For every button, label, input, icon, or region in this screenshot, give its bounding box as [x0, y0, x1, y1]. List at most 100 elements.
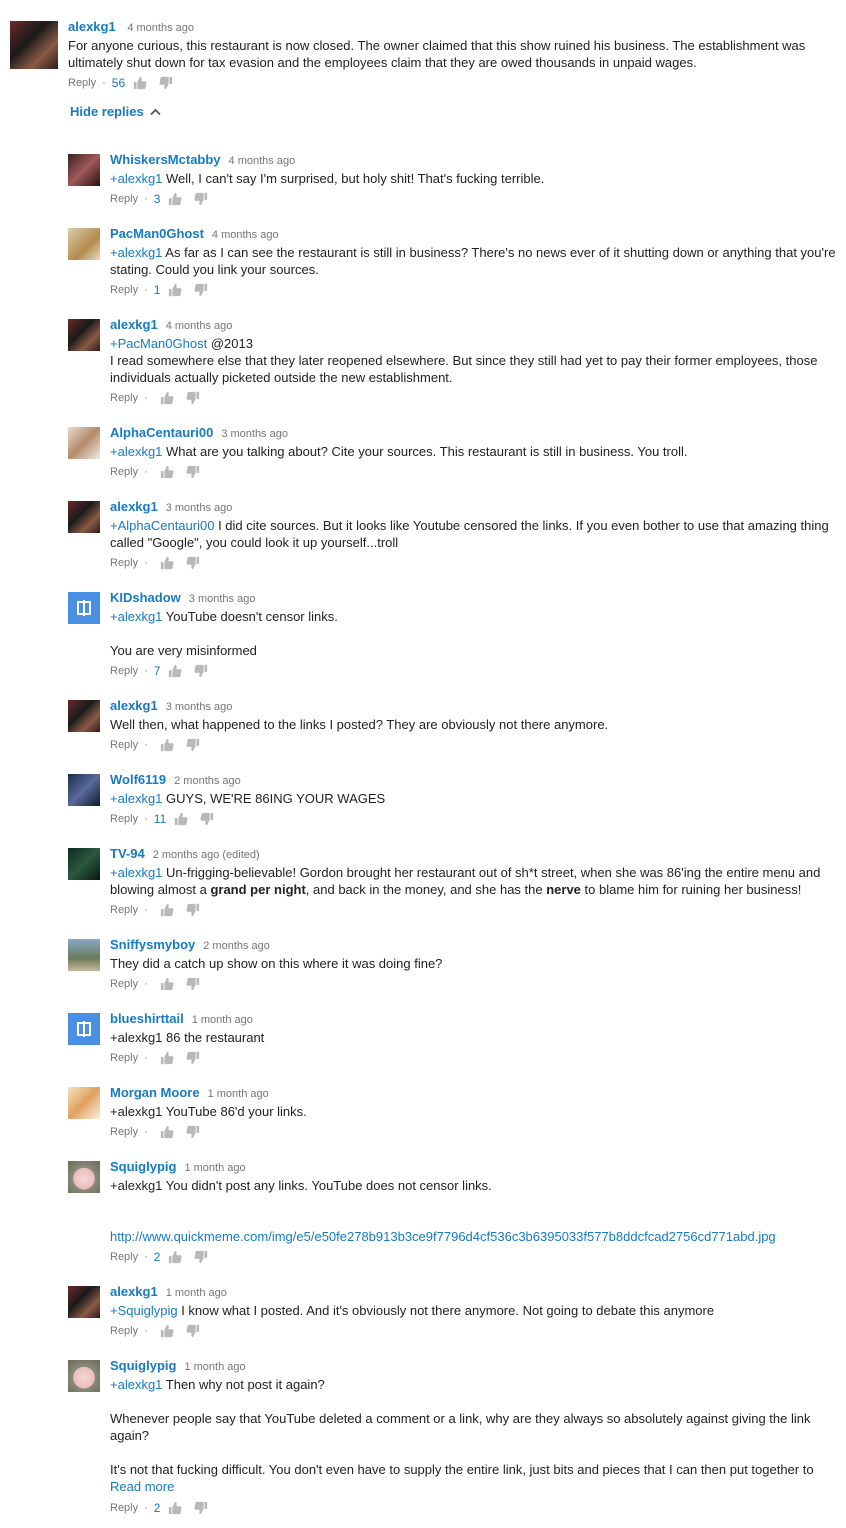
thumbs-up-icon[interactable]	[160, 1051, 174, 1065]
thumbs-up-icon[interactable]	[160, 556, 174, 570]
reply-button[interactable]: Reply	[110, 1049, 138, 1067]
comment-author[interactable]: WhiskersMctabby	[110, 152, 221, 167]
thumbs-up-icon[interactable]	[168, 1501, 182, 1515]
avatar[interactable]	[68, 228, 100, 260]
comment-author[interactable]: alexkg1	[110, 317, 158, 332]
reply-button[interactable]: Reply	[110, 281, 138, 299]
thumbs-down-icon[interactable]	[186, 1125, 200, 1139]
mention-link[interactable]: +alexkg1	[110, 245, 162, 260]
thumbs-down-icon[interactable]	[186, 391, 200, 405]
reply-button[interactable]: Reply	[110, 1123, 138, 1141]
avatar[interactable]	[68, 848, 100, 880]
comment-time[interactable]: 2 months ago (edited)	[153, 849, 260, 861]
thumbs-down-icon[interactable]	[186, 738, 200, 752]
reply-button[interactable]: Reply	[110, 1322, 138, 1340]
comment-author[interactable]: blueshirttail	[110, 1011, 184, 1026]
thumbs-down-icon[interactable]	[186, 977, 200, 991]
comment-time[interactable]: 4 months ago	[166, 320, 233, 332]
reply-button[interactable]: Reply	[110, 463, 138, 481]
thumbs-up-icon[interactable]	[168, 1250, 182, 1264]
mention-link[interactable]: +AlphaCentauri00	[110, 518, 214, 533]
comment-time[interactable]: 3 months ago	[166, 701, 233, 713]
avatar[interactable]	[68, 1286, 100, 1318]
mention-link[interactable]: +alexkg1	[110, 171, 162, 186]
thumbs-up-icon[interactable]	[174, 812, 188, 826]
thumbs-down-icon[interactable]	[194, 1250, 208, 1264]
thumbs-down-icon[interactable]	[186, 1051, 200, 1065]
comment-author[interactable]: alexkg1	[110, 499, 158, 514]
thumbs-up-icon[interactable]	[133, 76, 147, 90]
thumbs-up-icon[interactable]	[160, 977, 174, 991]
comment-time[interactable]: 4 months ago	[127, 22, 194, 34]
thumbs-up-icon[interactable]	[160, 738, 174, 752]
reply-button[interactable]: Reply	[110, 554, 138, 572]
thumbs-up-icon[interactable]	[160, 903, 174, 917]
comment-time[interactable]: 1 month ago	[184, 1162, 245, 1174]
comment-author[interactable]: KIDshadow	[110, 590, 181, 605]
avatar[interactable]	[68, 1161, 100, 1193]
comment-time[interactable]: 1 month ago	[184, 1361, 245, 1373]
avatar[interactable]	[68, 154, 100, 186]
comment-author[interactable]: PacMan0Ghost	[110, 226, 204, 241]
reply-button[interactable]: Reply	[110, 1248, 138, 1266]
avatar[interactable]	[68, 319, 100, 351]
avatar[interactable]	[68, 700, 100, 732]
thumbs-up-icon[interactable]	[160, 1324, 174, 1338]
comment-link[interactable]: http://www.quickmeme.com/img/e5/e50fe278…	[110, 1229, 776, 1244]
thumbs-down-icon[interactable]	[194, 283, 208, 297]
reply-button[interactable]: Reply	[110, 389, 138, 407]
avatar[interactable]	[68, 939, 100, 971]
avatar[interactable]	[10, 21, 58, 69]
thumbs-down-icon[interactable]	[159, 76, 173, 90]
comment-time[interactable]: 1 month ago	[166, 1287, 227, 1299]
avatar[interactable]	[68, 774, 100, 806]
comment-time[interactable]: 3 months ago	[221, 428, 288, 440]
comment-time[interactable]: 3 months ago	[189, 593, 256, 605]
avatar[interactable]	[68, 501, 100, 533]
thumbs-down-icon[interactable]	[186, 556, 200, 570]
mention-link[interactable]: +alexkg1	[110, 865, 162, 880]
comment-author[interactable]: alexkg1	[110, 1284, 158, 1299]
thumbs-down-icon[interactable]	[186, 1324, 200, 1338]
comment-author[interactable]: Squiglypig	[110, 1358, 176, 1373]
thumbs-up-icon[interactable]	[168, 192, 182, 206]
reply-button[interactable]: Reply	[110, 975, 138, 993]
reply-button[interactable]: Reply	[110, 190, 138, 208]
comment-author[interactable]: Sniffysmyboy	[110, 937, 195, 952]
comment-author[interactable]: Wolf6119	[110, 772, 166, 787]
reply-button[interactable]: Reply	[68, 74, 96, 92]
mention-link[interactable]: +alexkg1	[110, 1377, 162, 1392]
thumbs-down-icon[interactable]	[186, 465, 200, 479]
comment-author[interactable]: AlphaCentauri00	[110, 425, 213, 440]
comment-author[interactable]: Morgan Moore	[110, 1085, 200, 1100]
thumbs-up-icon[interactable]	[168, 664, 182, 678]
thumbs-up-icon[interactable]	[160, 391, 174, 405]
comment-time[interactable]: 4 months ago	[229, 155, 296, 167]
thumbs-down-icon[interactable]	[194, 1501, 208, 1515]
avatar[interactable]	[68, 1360, 100, 1392]
comment-time[interactable]: 4 months ago	[212, 229, 279, 241]
comment-time[interactable]: 1 month ago	[208, 1088, 269, 1100]
comment-time[interactable]: 2 months ago	[174, 775, 241, 787]
thumbs-up-icon[interactable]	[160, 465, 174, 479]
comment-time[interactable]: 1 month ago	[192, 1014, 253, 1026]
comment-author[interactable]: alexkg1	[68, 19, 116, 34]
avatar[interactable]	[68, 1013, 100, 1045]
comment-time[interactable]: 2 months ago	[203, 940, 270, 952]
thumbs-down-icon[interactable]	[186, 903, 200, 917]
mention-link[interactable]: +alexkg1	[110, 609, 162, 624]
avatar[interactable]	[68, 592, 100, 624]
comment-author[interactable]: alexkg1	[110, 698, 158, 713]
thumbs-down-icon[interactable]	[200, 812, 214, 826]
thumbs-down-icon[interactable]	[194, 664, 208, 678]
mention-link[interactable]: +alexkg1	[110, 444, 162, 459]
reply-button[interactable]: Reply	[110, 736, 138, 754]
mention-link[interactable]: +alexkg1	[110, 791, 162, 806]
mention-link[interactable]: +Squiglypig	[110, 1303, 178, 1318]
thumbs-up-icon[interactable]	[160, 1125, 174, 1139]
reply-button[interactable]: Reply	[110, 662, 138, 680]
hide-replies-button[interactable]: Hide replies	[70, 104, 161, 119]
thumbs-down-icon[interactable]	[194, 192, 208, 206]
read-more-link[interactable]: Read more	[110, 1478, 840, 1496]
thumbs-up-icon[interactable]	[168, 283, 182, 297]
